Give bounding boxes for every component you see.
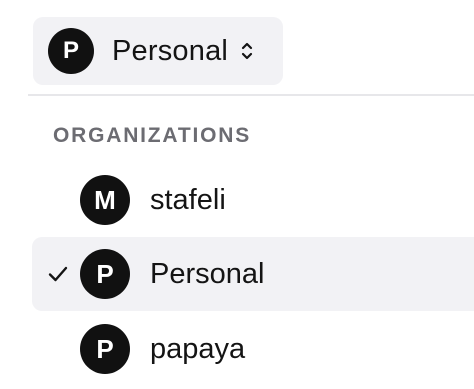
menu-item-label: Personal — [150, 257, 265, 290]
menu-item-personal[interactable]: P Personal — [32, 237, 474, 311]
chevron-up-down-icon — [241, 42, 253, 60]
menu-item-label: stafeli — [150, 183, 226, 216]
current-org-avatar: P — [48, 28, 94, 74]
menu-item-papaya[interactable]: P papaya — [32, 312, 474, 386]
menu-item-label: papaya — [150, 332, 246, 365]
org-avatar: P — [80, 249, 130, 299]
org-switcher-screen: P Personal ORGANIZATIONS M stafeli P Per… — [0, 0, 474, 389]
org-avatar: M — [80, 175, 130, 225]
checkmark-icon — [48, 266, 68, 282]
section-heading-organizations: ORGANIZATIONS — [53, 124, 252, 147]
org-avatar: P — [80, 324, 130, 374]
menu-item-stafeli[interactable]: M stafeli — [32, 163, 474, 237]
header-bar: P Personal — [0, 0, 474, 96]
org-switcher-button[interactable]: P Personal — [33, 17, 283, 85]
current-org-label: Personal — [112, 34, 229, 67]
